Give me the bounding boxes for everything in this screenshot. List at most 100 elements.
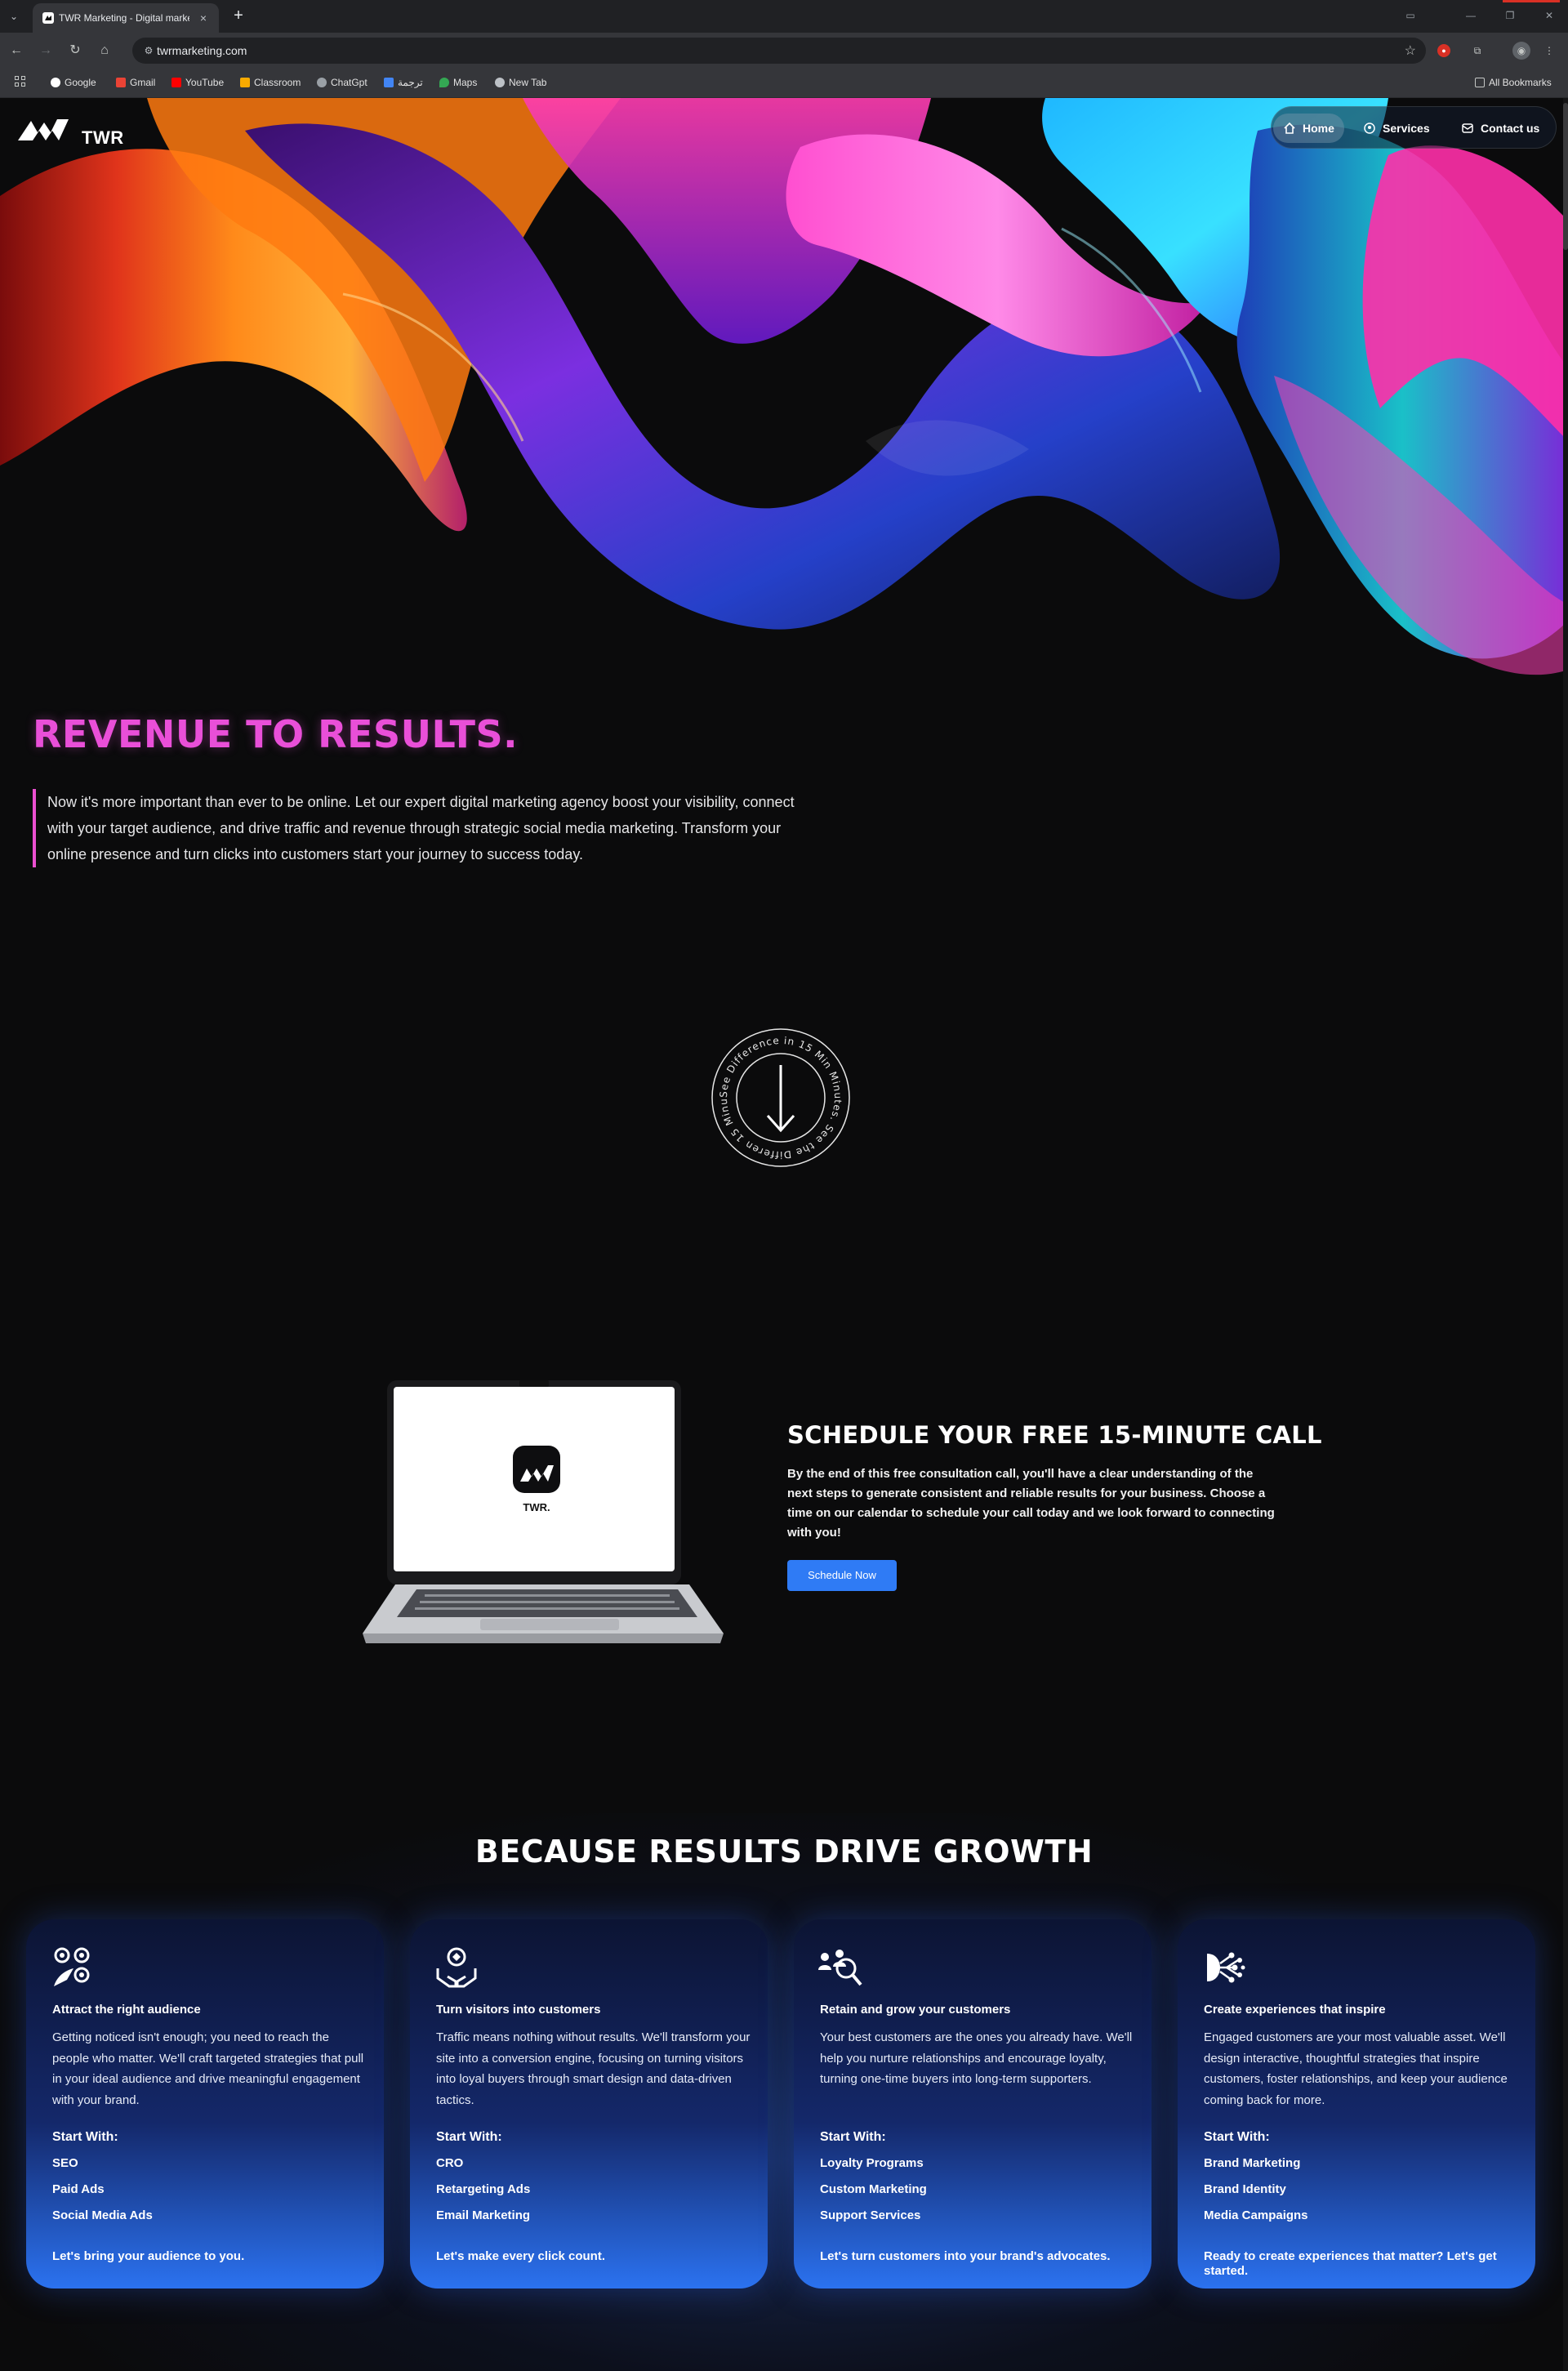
bookmark-label: Google	[65, 77, 96, 88]
card-service-item: CRO	[436, 2156, 464, 2170]
tab-title: TWR Marketing - Digital marke	[59, 12, 189, 24]
card-start-heading: Start With:	[1204, 2130, 1270, 2144]
card-service-item: Media Campaigns	[1204, 2208, 1308, 2222]
active-tab[interactable]: TWR Marketing - Digital marke ×	[33, 3, 219, 33]
home-icon	[1284, 122, 1295, 134]
brand-name: TWR	[82, 127, 124, 148]
nav-services-label: Services	[1383, 122, 1430, 135]
hero-intro: Now it's more important than ever to be …	[33, 789, 817, 867]
new-tab-button[interactable]: +	[229, 7, 248, 26]
card-start-heading: Start With:	[52, 2130, 118, 2144]
home-icon[interactable]: ⌂	[95, 41, 114, 60]
card-service-item: Support Services	[820, 2208, 921, 2222]
forward-icon[interactable]: →	[36, 41, 56, 60]
bookmark-translate[interactable]: ترجمة	[384, 77, 423, 91]
card-service-item: Brand Identity	[1204, 2182, 1286, 2196]
schedule-now-button[interactable]: Schedule Now	[787, 1560, 897, 1591]
card-service-item: Brand Marketing	[1204, 2156, 1301, 2170]
bookmark-label: YouTube	[185, 77, 225, 88]
bookmark-chatgpt[interactable]: ChatGpt	[317, 77, 368, 91]
bookmark-label: Classroom	[254, 77, 301, 88]
cast-icon[interactable]: ▭	[1398, 7, 1423, 25]
nav-services[interactable]: Services	[1353, 114, 1440, 143]
address-bar[interactable]: ⚙ twrmarketing.com ☆	[132, 38, 1426, 64]
nav-home[interactable]: Home	[1273, 114, 1344, 143]
google-icon	[51, 78, 60, 87]
audience-icon	[54, 1947, 90, 1986]
card-cta: Let's bring your audience to you.	[52, 2249, 245, 2263]
youtube-icon	[172, 78, 181, 87]
bookmark-label: Maps	[453, 77, 478, 88]
twr-logo[interactable]: TWR	[16, 116, 147, 149]
laptop-screen-label: TWR.	[523, 1501, 550, 1513]
site-info-icon[interactable]: ⚙	[142, 44, 155, 57]
page-scrollbar[interactable]	[1563, 98, 1568, 2371]
card-service-item: Paid Ads	[52, 2182, 105, 2196]
classroom-icon	[240, 78, 250, 87]
nav-contact[interactable]: Contact us	[1451, 114, 1549, 143]
arrow-down-icon	[766, 1065, 795, 1133]
minimize-icon[interactable]: —	[1459, 7, 1483, 25]
apps-grid-icon[interactable]	[15, 76, 28, 89]
card-service-item: Loyalty Programs	[820, 2156, 924, 2170]
service-card-audience: Attract the right audience Getting notic…	[26, 1919, 384, 2289]
nav-contact-label: Contact us	[1481, 122, 1540, 135]
profile-avatar-icon[interactable]: ◉	[1512, 42, 1530, 60]
chrome-menu-icon[interactable]: ⋮	[1540, 42, 1558, 60]
card-title: Create experiences that inspire	[1204, 2003, 1386, 2017]
gmail-icon	[116, 78, 126, 87]
card-title: Turn visitors into customers	[436, 2003, 601, 2017]
close-window-icon[interactable]: ✕	[1537, 7, 1561, 25]
contact-icon	[1462, 123, 1473, 133]
card-service-item: Custom Marketing	[820, 2182, 927, 2196]
card-title: Retain and grow your customers	[820, 2003, 1011, 2017]
card-service-item: Email Marketing	[436, 2208, 531, 2222]
back-icon[interactable]: ←	[7, 41, 26, 60]
card-service-item: Social Media Ads	[52, 2208, 153, 2222]
card-body: Your best customers are the ones you alr…	[820, 2030, 1133, 2086]
schedule-body: By the end of this free consultation cal…	[787, 1467, 1275, 1540]
all-bookmarks[interactable]: All Bookmarks	[1475, 77, 1552, 91]
card-service-item: SEO	[52, 2156, 78, 2170]
card-body: Traffic means nothing without results. W…	[436, 2030, 751, 2107]
bookmark-gmail[interactable]: Gmail	[116, 77, 155, 91]
reload-icon[interactable]: ↻	[65, 41, 85, 60]
bookmark-maps[interactable]: Maps	[439, 77, 477, 91]
bookmark-youtube[interactable]: YouTube	[172, 77, 224, 91]
web-page: TWR Home Services Contact us REVENUE TO …	[0, 98, 1568, 2371]
tab-close-icon[interactable]: ×	[196, 11, 211, 25]
translate-icon	[384, 78, 394, 87]
chatgpt-icon	[317, 78, 327, 87]
page-scroll-thumb[interactable]	[1563, 103, 1568, 250]
schedule-title: SCHEDULE YOUR FREE 15-MINUTE CALL	[787, 1421, 1322, 1449]
service-card-retention: Retain and grow your customers Your best…	[794, 1919, 1152, 2289]
maps-icon	[439, 78, 449, 87]
restore-icon[interactable]: ❐	[1498, 7, 1522, 25]
bookmark-new-tab[interactable]: New Tab	[495, 77, 546, 91]
card-cta: Ready to create experiences that matter?…	[1204, 2249, 1497, 2278]
browser-toolbar: ← → ↻ ⌂ ⚙ twrmarketing.com ☆ ● ⧉ ◉ ⋮	[0, 33, 1568, 69]
card-start-heading: Start With:	[820, 2130, 886, 2144]
url-text[interactable]: twrmarketing.com	[157, 44, 247, 57]
folder-icon	[1475, 78, 1485, 87]
bookmark-label: New Tab	[509, 77, 547, 88]
customer-search-icon	[818, 1950, 862, 1986]
scroll-down-badge[interactable]: See Difference in 15 Min Minutes. See th…	[710, 1027, 851, 1168]
extensions-puzzle-icon[interactable]: ⧉	[1468, 42, 1486, 60]
card-service-item: Retargeting Ads	[436, 2182, 531, 2196]
tab-search-icon[interactable]: ⌄	[5, 7, 23, 25]
bookmarks-bar: Google Gmail YouTube Classroom ChatGpt ت…	[0, 69, 1568, 98]
twr-logo-mark-icon	[18, 119, 69, 140]
bookmark-classroom[interactable]: Classroom	[240, 77, 301, 91]
bookmark-google[interactable]: Google	[51, 77, 96, 91]
hero-headline: REVENUE TO RESULTS.	[33, 712, 519, 756]
bookmark-star-icon[interactable]: ☆	[1405, 42, 1416, 59]
extension-red-icon[interactable]: ●	[1437, 44, 1450, 57]
card-cta: Let's turn customers into your brand's a…	[820, 2249, 1111, 2263]
services-icon	[1364, 123, 1375, 134]
service-card-experience: Create experiences that inspire Engaged …	[1178, 1919, 1535, 2289]
laptop-mockup: TWR.	[363, 1380, 724, 1643]
browser-chrome: ⌄ TWR Marketing - Digital marke × + ▭ — …	[0, 0, 1568, 98]
card-cta: Let's make every click count.	[436, 2249, 606, 2263]
conversion-icon	[436, 1947, 477, 1988]
